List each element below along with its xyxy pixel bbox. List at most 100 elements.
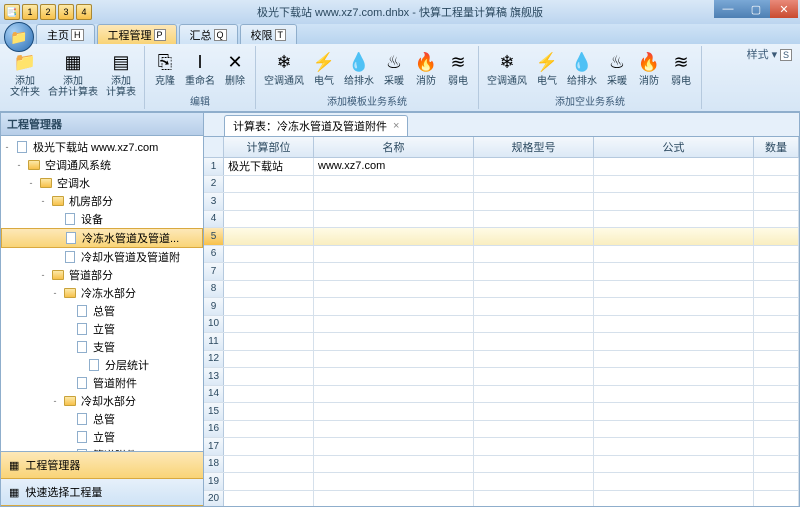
table-row[interactable]: 9 (204, 298, 799, 316)
cell[interactable] (474, 298, 594, 315)
tree-toggle-icon[interactable]: - (1, 142, 13, 152)
cell[interactable] (754, 403, 799, 420)
tree-node[interactable]: 冷却水管道及管道附 (1, 248, 203, 266)
cell[interactable] (224, 211, 314, 228)
cell[interactable] (224, 403, 314, 420)
cell[interactable] (594, 176, 754, 193)
t-drain-button[interactable]: 💧给排水 (342, 48, 376, 89)
table-row[interactable]: 18 (204, 456, 799, 474)
cell[interactable] (314, 263, 474, 280)
t-elec-button[interactable]: ⚡电气 (310, 48, 338, 89)
table-row[interactable]: 10 (204, 316, 799, 334)
table-row[interactable]: 3 (204, 193, 799, 211)
cell[interactable] (594, 246, 754, 263)
row-number[interactable]: 7 (204, 263, 224, 280)
cell[interactable] (594, 193, 754, 210)
t-weak-button[interactable]: ≋弱电 (444, 48, 472, 89)
e-heat-button[interactable]: ♨采暖 (603, 48, 631, 89)
row-number[interactable]: 14 (204, 386, 224, 403)
cell[interactable] (594, 473, 754, 490)
row-number[interactable]: 20 (204, 491, 224, 507)
sidebar-tab-button[interactable]: ▦工程管理器 (1, 452, 203, 479)
tree-toggle-icon[interactable]: - (49, 396, 61, 406)
tab-p[interactable]: 工程管理P (97, 24, 177, 44)
cell[interactable] (594, 421, 754, 438)
close-icon[interactable]: × (393, 120, 399, 132)
cell[interactable] (754, 298, 799, 315)
merge-sheet-button[interactable]: ▦添加合并计算表 (46, 48, 100, 100)
cell[interactable] (314, 403, 474, 420)
cell[interactable] (224, 193, 314, 210)
cell[interactable] (474, 438, 594, 455)
cell[interactable] (224, 368, 314, 385)
minimize-button[interactable]: — (714, 0, 742, 18)
maximize-button[interactable]: ▢ (742, 0, 770, 18)
tab-t[interactable]: 校限T (240, 24, 298, 44)
cell[interactable] (314, 298, 474, 315)
table-row[interactable]: 17 (204, 438, 799, 456)
cell[interactable] (224, 386, 314, 403)
cell[interactable] (754, 158, 799, 175)
cell[interactable] (594, 386, 754, 403)
cell[interactable] (754, 281, 799, 298)
cell[interactable] (754, 491, 799, 507)
table-row[interactable]: 7 (204, 263, 799, 281)
cell[interactable] (314, 246, 474, 263)
close-button[interactable]: ✕ (770, 0, 798, 18)
row-number[interactable]: 8 (204, 281, 224, 298)
row-number[interactable]: 5 (204, 228, 224, 245)
cell[interactable] (224, 333, 314, 350)
qat-4[interactable]: 4 (76, 4, 92, 20)
cell[interactable] (224, 176, 314, 193)
cell[interactable] (594, 316, 754, 333)
cell[interactable] (594, 228, 754, 245)
tree-toggle-icon[interactable]: - (49, 288, 61, 298)
tree-node[interactable]: -极光下载站 www.xz7.com (1, 138, 203, 156)
table-row[interactable]: 16 (204, 421, 799, 439)
cell[interactable] (754, 176, 799, 193)
e-fire-button[interactable]: 🔥消防 (635, 48, 663, 89)
tree-node[interactable]: 管道附件 (1, 374, 203, 392)
t-hvac-button[interactable]: ❄空调通风 (262, 48, 306, 89)
cell[interactable] (224, 281, 314, 298)
cell[interactable] (314, 281, 474, 298)
project-tree[interactable]: -极光下载站 www.xz7.com-空调通风系统-空调水-机房部分设备冷冻水管… (1, 136, 203, 451)
cell[interactable] (474, 368, 594, 385)
cell[interactable] (594, 298, 754, 315)
cell[interactable] (224, 473, 314, 490)
tree-node[interactable]: 冷冻水管道及管道... (1, 228, 203, 248)
cell[interactable] (754, 351, 799, 368)
cell[interactable] (754, 228, 799, 245)
cell[interactable] (594, 211, 754, 228)
column-header[interactable]: 数量 (754, 137, 799, 157)
cell[interactable] (754, 263, 799, 280)
cell[interactable] (474, 263, 594, 280)
row-number[interactable]: 6 (204, 246, 224, 263)
tab-h[interactable]: 主页H (36, 24, 95, 44)
row-number[interactable]: 13 (204, 368, 224, 385)
cell[interactable] (754, 421, 799, 438)
cell[interactable] (474, 333, 594, 350)
tree-node[interactable]: -管道部分 (1, 266, 203, 284)
table-row[interactable]: 14 (204, 386, 799, 404)
cell[interactable] (594, 368, 754, 385)
tree-node[interactable]: 总管 (1, 302, 203, 320)
cell[interactable] (474, 246, 594, 263)
tree-toggle-icon[interactable]: - (25, 178, 37, 188)
qat-app-icon[interactable]: 📑 (4, 4, 20, 20)
cell[interactable] (594, 263, 754, 280)
grid-corner[interactable] (204, 137, 224, 157)
tree-node[interactable]: 立管 (1, 428, 203, 446)
cell[interactable] (754, 211, 799, 228)
row-number[interactable]: 18 (204, 456, 224, 473)
row-number[interactable]: 17 (204, 438, 224, 455)
cell[interactable] (594, 351, 754, 368)
tree-node[interactable]: -空调水 (1, 174, 203, 192)
cell[interactable] (474, 473, 594, 490)
cell[interactable] (754, 246, 799, 263)
e-elec-button[interactable]: ⚡电气 (533, 48, 561, 89)
tree-node[interactable]: 设备 (1, 210, 203, 228)
cell[interactable] (754, 386, 799, 403)
cell[interactable] (474, 193, 594, 210)
cell[interactable] (474, 456, 594, 473)
